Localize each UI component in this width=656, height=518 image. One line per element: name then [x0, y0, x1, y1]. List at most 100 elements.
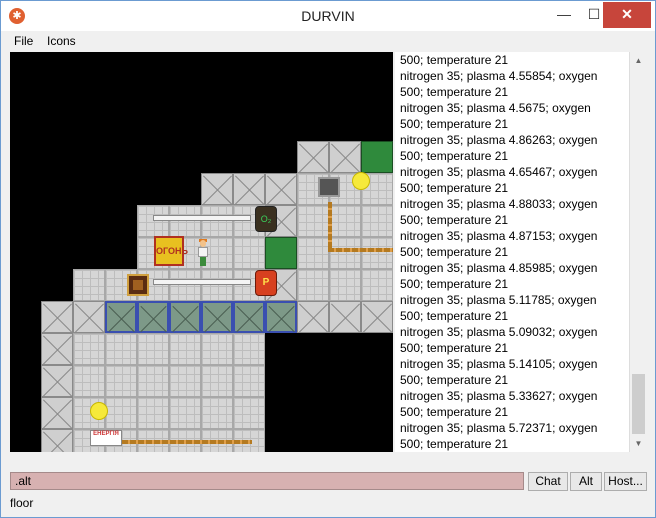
- wall-tile: [41, 365, 73, 397]
- floor-tile: [169, 365, 201, 397]
- floor-tile: [361, 269, 393, 301]
- floor-tile: [105, 397, 137, 429]
- player-head: [200, 240, 206, 247]
- floor-tile: [233, 397, 265, 429]
- log-line: nitrogen 35; plasma 5.72371; oxygen: [400, 421, 598, 435]
- wall-tile: [361, 301, 393, 333]
- wall-tile: [297, 301, 329, 333]
- log-line: nitrogen 35; plasma 4.85985; oxygen: [400, 261, 598, 275]
- floor-tile: [169, 205, 201, 237]
- floor-tile: [361, 237, 393, 269]
- host-button[interactable]: Host...: [604, 472, 647, 491]
- scroll-down-icon[interactable]: ▼: [630, 435, 647, 452]
- floor-tile: [169, 333, 201, 365]
- floor-tile: [105, 365, 137, 397]
- wall-tile: [233, 173, 265, 205]
- menu-icons-label: Icons: [47, 34, 76, 48]
- menu-bar: File Icons: [1, 32, 655, 51]
- fire-sign[interactable]: ОГОНЬ: [154, 236, 188, 266]
- floor-tile: [137, 365, 169, 397]
- wall-tile: [329, 141, 361, 173]
- wall-tile: [41, 333, 73, 365]
- supply-crate[interactable]: [127, 274, 149, 296]
- oxygen-canister[interactable]: O₂: [255, 206, 277, 232]
- orange-pipe: [328, 248, 393, 252]
- wall-tile: [73, 301, 105, 333]
- wall-panel-icon[interactable]: [318, 177, 340, 197]
- log-line: nitrogen 35; plasma 5.14105; oxygen: [400, 357, 598, 371]
- floor-tile: [233, 365, 265, 397]
- log-line: nitrogen 35; plasma 5.09032; oxygen: [400, 325, 598, 339]
- window-tile: [201, 301, 233, 333]
- log-line: 500; temperature 21: [400, 245, 509, 259]
- player-character[interactable]: [198, 239, 208, 266]
- log-line: nitrogen 35; plasma 4.87153; oxygen: [400, 229, 598, 243]
- wall-tile: [41, 397, 73, 429]
- plasma-canister[interactable]: P: [255, 270, 277, 296]
- floor-tile: [137, 333, 169, 365]
- floor-tile: [329, 269, 361, 301]
- menu-icons[interactable]: Icons: [47, 34, 76, 48]
- light-fixture-icon: [90, 402, 108, 420]
- scroll-thumb[interactable]: [632, 374, 645, 434]
- log-scrollbar[interactable]: ▲ ▼: [629, 52, 647, 452]
- log-line: 500; temperature 21: [400, 213, 509, 227]
- player-body: [198, 247, 208, 257]
- scroll-up-icon[interactable]: ▲: [630, 52, 647, 69]
- floor-tile: [297, 205, 329, 237]
- floor-tile: [233, 237, 265, 269]
- log-line: 500; temperature 21: [400, 85, 509, 99]
- floor-tile: [233, 333, 265, 365]
- log-line: nitrogen 35; plasma 5.11785; oxygen: [400, 293, 597, 307]
- window-tile: [169, 301, 201, 333]
- log-line: 500; temperature 21: [400, 405, 509, 419]
- green-door-tile: [361, 141, 393, 173]
- wall-tile: [297, 141, 329, 173]
- log-line: nitrogen 35; plasma 4.55854; oxygen: [400, 69, 598, 83]
- floor-tile: [361, 205, 393, 237]
- floor-tile: [137, 397, 169, 429]
- command-input[interactable]: [10, 472, 524, 490]
- floor-tile: [297, 269, 329, 301]
- green-door-tile: [265, 237, 297, 269]
- floor-tile: [169, 269, 201, 301]
- floor-tile: [329, 237, 361, 269]
- floor-tile: [201, 269, 233, 301]
- window-tile: [105, 301, 137, 333]
- window-tile: [137, 301, 169, 333]
- log-line: 500; temperature 21: [400, 277, 509, 291]
- game-map-view[interactable]: ОГОНЬ O₂ P ЕНЕРГІЯ: [10, 52, 393, 452]
- log-line: 500; temperature 21: [400, 437, 509, 451]
- floor-tile: [201, 333, 233, 365]
- floor-tile: [201, 205, 233, 237]
- wall-tile: [329, 301, 361, 333]
- floor-tile: [201, 365, 233, 397]
- floor-tile: [297, 237, 329, 269]
- log-line: 500; temperature 21: [400, 149, 509, 163]
- log-line: nitrogen 35; plasma 4.88033; oxygen: [400, 197, 598, 211]
- wall-tile: [41, 301, 73, 333]
- log-line: nitrogen 35; plasma 4.5675; oxygen: [400, 101, 591, 115]
- orange-pipe: [328, 202, 332, 250]
- floor-tile: [73, 269, 105, 301]
- title-bar: ✱ DURVIN — ☐ ✕: [1, 1, 655, 31]
- floor-tile: [137, 205, 169, 237]
- wall-tile: [41, 429, 73, 452]
- floor-tile: [169, 397, 201, 429]
- log-lines: 500; temperature 21 nitrogen 35; plasma 4…: [395, 52, 645, 452]
- floor-tile: [201, 397, 233, 429]
- app-window: ✱ DURVIN — ☐ ✕ File Icons ОГОНЬ O₂ P ЕНЕ…: [0, 0, 656, 518]
- player-legs: [200, 257, 206, 266]
- chat-button[interactable]: Chat: [528, 472, 568, 491]
- command-bar: Chat Alt Host...: [10, 472, 647, 492]
- light-fixture-icon: [352, 172, 370, 190]
- close-button[interactable]: ✕: [603, 2, 651, 28]
- energy-sign[interactable]: ЕНЕРГІЯ: [90, 430, 122, 446]
- menu-file[interactable]: File: [14, 34, 33, 48]
- white-pipe: [153, 279, 251, 285]
- log-line: nitrogen 35; plasma 5.33627; oxygen: [400, 389, 598, 403]
- log-line: 500; temperature 21: [400, 117, 509, 131]
- log-line: nitrogen 35; plasma 4.86263; oxygen: [400, 133, 598, 147]
- alt-button[interactable]: Alt: [570, 472, 602, 491]
- status-bar: floor: [10, 496, 34, 510]
